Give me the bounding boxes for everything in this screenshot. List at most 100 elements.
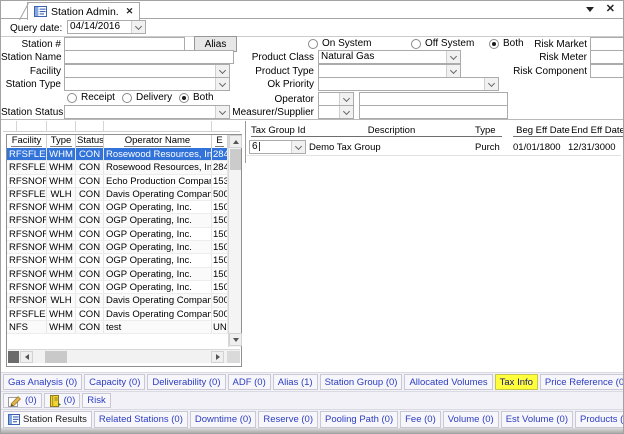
station-results-tab[interactable]: Station Results xyxy=(3,411,92,428)
station-name-input[interactable] xyxy=(64,50,234,64)
column-header-end-eff-date[interactable]: End Eff Date xyxy=(568,125,624,137)
column-header-facility[interactable]: Facility xyxy=(7,135,47,148)
tools-tabstrip: (0) (0) Risk xyxy=(1,391,623,409)
station-number-input[interactable] xyxy=(64,37,185,51)
scroll-left-icon[interactable] xyxy=(20,351,33,363)
facility-dropdown-icon[interactable] xyxy=(215,65,229,77)
station-type-combo[interactable] xyxy=(64,77,230,91)
detail-tab[interactable]: Price Reference (0) xyxy=(540,374,623,390)
product-type-combo[interactable] xyxy=(318,64,461,78)
detail-tab[interactable]: Station Group (0) xyxy=(320,374,403,390)
station-grid-row[interactable]: RFSNORT WHM CON OGP Operating, Inc. 150 xyxy=(7,228,228,241)
detail-tab[interactable]: Capacity (0) xyxy=(84,374,145,390)
radio-flow-both-label: Both xyxy=(193,92,214,104)
ok-priority-combo[interactable] xyxy=(318,77,499,91)
detail-tab[interactable]: Tax Info xyxy=(495,374,538,390)
horizontal-scrollbar[interactable] xyxy=(8,349,240,363)
result-tab[interactable]: Related Stations (0) xyxy=(94,411,188,428)
radio-receipt[interactable]: Receipt xyxy=(67,92,115,104)
risk-component-input[interactable] xyxy=(590,64,624,78)
operator-dropdown-icon[interactable] xyxy=(339,93,353,105)
radio-receipt-label: Receipt xyxy=(81,92,115,104)
scroll-up-icon[interactable] xyxy=(229,135,242,148)
detail-tab[interactable]: Alias (1) xyxy=(273,374,318,390)
station-grid-row[interactable]: RFSNORT WHM CON OGP Operating, Inc. 150 xyxy=(7,241,228,254)
station-grid-row[interactable]: RFSFLEX WLH CON Davis Operating Company … xyxy=(7,188,228,201)
column-header-description[interactable]: Description xyxy=(308,125,475,137)
radio-receipt-circle[interactable] xyxy=(67,93,77,103)
product-type-dropdown-icon[interactable] xyxy=(446,65,460,77)
station-grid-row[interactable]: RFSNORT WHM CON OGP Operating, Inc. 150 xyxy=(7,268,228,281)
radio-off-system-circle[interactable] xyxy=(411,39,421,49)
scroll-right-icon[interactable] xyxy=(211,351,224,363)
horizontal-scroll-thumb[interactable] xyxy=(45,351,67,363)
tab-close-icon[interactable]: ✕ xyxy=(126,6,134,17)
cell-e: 150 xyxy=(212,228,228,240)
detail-tab[interactable]: ADF (0) xyxy=(228,374,271,390)
column-header-beg-eff-date[interactable]: Beg Eff Date xyxy=(513,125,573,137)
result-tab[interactable]: Downtime (0) xyxy=(190,411,257,428)
result-tab[interactable]: Pooling Path (0) xyxy=(320,411,398,428)
vertical-scroll-thumb[interactable] xyxy=(230,149,241,170)
detail-tab[interactable]: Deliverability (0) xyxy=(147,374,225,390)
station-grid-row[interactable]: RFSFLEX WHM CON Davis Operating Company … xyxy=(7,308,228,321)
station-grid-row[interactable]: RFSNORT WHM CON OGP Operating, Inc. 150 xyxy=(7,201,228,214)
station-grid-row[interactable]: RFSFLEX WHM CON Rosewood Resources, In 2… xyxy=(7,148,228,161)
notes-tab[interactable]: (0) xyxy=(3,393,42,408)
radio-on-system[interactable]: On System xyxy=(308,38,371,50)
window-close-icon[interactable]: ✕ xyxy=(606,4,615,14)
station-grid-row[interactable]: RFSNORT WHM CON OGP Operating, Inc. 150 xyxy=(7,281,228,294)
result-tab[interactable]: Products (1) xyxy=(575,411,623,428)
scroll-down-icon[interactable] xyxy=(229,333,242,346)
column-header-type[interactable]: Type xyxy=(47,135,76,148)
tax-group-id-dropdown-icon[interactable] xyxy=(291,141,305,153)
cell-status: CON xyxy=(76,175,104,187)
tab-list-caret-icon[interactable] xyxy=(586,7,594,12)
measurer-supplier-name-input[interactable] xyxy=(359,105,508,119)
column-header-tax-group-id[interactable]: Tax Group Id xyxy=(251,125,308,137)
radio-delivery[interactable]: Delivery xyxy=(122,92,172,104)
result-tab[interactable]: Fee (0) xyxy=(400,411,441,428)
station-type-dropdown-icon[interactable] xyxy=(215,78,229,90)
station-grid-row[interactable]: RFSFLEX WHM CON Rosewood Resources, In 2… xyxy=(7,161,228,174)
result-tab[interactable]: Reserve (0) xyxy=(258,411,318,428)
column-header-status[interactable]: Status xyxy=(76,135,104,148)
station-grid-row[interactable]: RFSNORT WHM CON Echo Production Company … xyxy=(7,175,228,188)
product-class-combo[interactable]: Natural Gas xyxy=(318,50,461,64)
result-tab[interactable]: Volume (0) xyxy=(443,411,499,428)
product-class-dropdown-icon[interactable] xyxy=(446,51,460,63)
station-grid-row[interactable]: RFSNORT WHM CON OGP Operating, Inc. 150 xyxy=(7,214,228,227)
measurer-supplier-code-combo[interactable] xyxy=(318,105,354,119)
station-status-dropdown-icon[interactable] xyxy=(215,106,229,118)
risk-meter-input[interactable] xyxy=(590,50,624,64)
risk-tab[interactable]: Risk xyxy=(82,393,110,408)
result-tab[interactable]: Est Volume (0) xyxy=(501,411,573,428)
column-header-type[interactable]: Type xyxy=(475,125,502,137)
station-grid-row[interactable]: RFSNORT WHM CON OGP Operating, Inc. 150 xyxy=(7,254,228,267)
radio-flow-both[interactable]: Both xyxy=(179,92,214,104)
station-status-combo[interactable] xyxy=(64,105,230,119)
radio-delivery-circle[interactable] xyxy=(122,93,132,103)
detail-tab[interactable]: Allocated Volumes xyxy=(404,374,492,390)
ok-priority-dropdown-icon[interactable] xyxy=(484,78,498,90)
risk-market-input[interactable] xyxy=(590,37,624,51)
contacts-tab[interactable]: (0) xyxy=(44,393,81,408)
detail-tab[interactable]: Gas Analysis (0) xyxy=(3,374,82,390)
station-grid-row[interactable]: RFSNORT WLH CON Davis Operating Company … xyxy=(7,294,228,307)
radio-flow-both-circle[interactable] xyxy=(179,93,189,103)
facility-combo[interactable] xyxy=(64,64,230,78)
tax-group-id-combo[interactable]: 6 xyxy=(249,140,306,154)
vertical-scrollbar[interactable] xyxy=(228,135,241,347)
column-header-operator-name[interactable]: Operator Name xyxy=(104,135,212,148)
column-header-e[interactable]: E xyxy=(212,135,228,148)
query-date-dropdown-icon[interactable] xyxy=(131,21,145,33)
document-tab-station-admin[interactable]: Station Admin. ✕ xyxy=(27,2,140,20)
station-grid-row[interactable]: NFS WHM CON test UN xyxy=(7,321,228,334)
operator-code-combo[interactable] xyxy=(318,92,354,106)
query-date-combo[interactable]: 04/14/2016 xyxy=(67,20,146,34)
operator-name-input[interactable] xyxy=(359,92,508,106)
radio-on-system-circle[interactable] xyxy=(308,39,318,49)
measurer-supplier-dropdown-icon[interactable] xyxy=(339,106,353,118)
result-tab-label: Related Stations (0) xyxy=(99,414,183,425)
radio-off-system[interactable]: Off System xyxy=(411,38,474,50)
